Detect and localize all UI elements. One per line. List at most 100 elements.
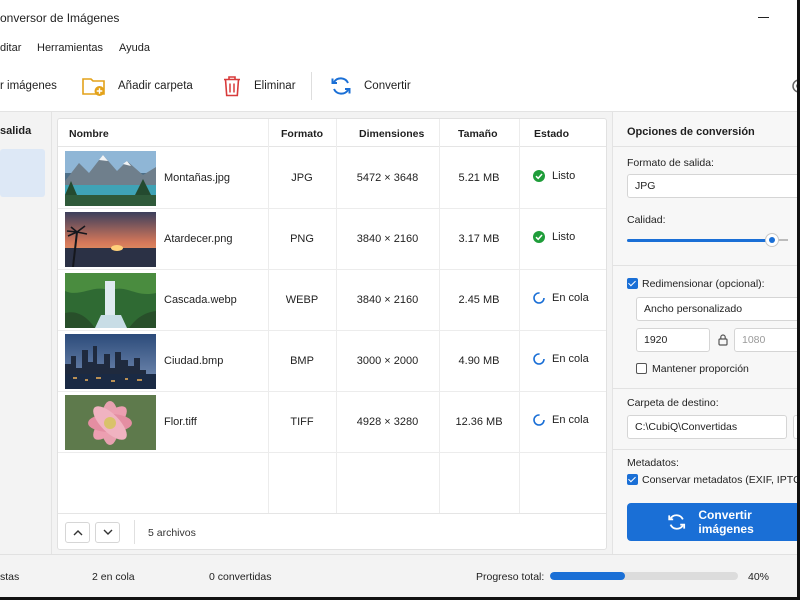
thumbnail-mountains (65, 151, 156, 206)
output-format-select[interactable]: JPG (627, 174, 800, 198)
progress-percent: 40% (748, 571, 770, 583)
minimize-icon[interactable] (756, 8, 772, 24)
keep-ratio-label: Mantener proporción (652, 363, 749, 375)
thumbnail-city (65, 334, 156, 389)
menu-help[interactable]: Ayuda (119, 42, 150, 54)
move-down-button[interactable] (95, 522, 120, 543)
metadata-keep-label: Conservar metadatos (EXIF, IPTC, XM (642, 474, 800, 486)
options-title: Opciones de conversión (627, 126, 755, 138)
status-cell: En cola (533, 414, 589, 426)
file-count: 5 archivos (148, 527, 196, 539)
status-text: En cola (552, 414, 589, 426)
file-format: PNG (290, 233, 314, 245)
column-header-dimensions[interactable]: Dimensiones (359, 128, 424, 140)
column-header-format[interactable]: Formato (281, 128, 323, 140)
quality-label: Calidad: (627, 214, 666, 226)
pending-icon (533, 414, 545, 426)
table-row[interactable]: Ciudad.bmp BMP 3000 × 2000 4.90 MB En co… (58, 331, 606, 392)
resize-mode-select[interactable]: Ancho personalizado (636, 297, 800, 321)
keep-ratio-checkbox[interactable] (636, 363, 647, 374)
status-bar: stas 2 en cola 0 convertidas Progreso to… (0, 554, 800, 597)
chevron-up-icon (73, 530, 82, 536)
file-table: Nombre Formato Dimensiones Tamaño Estado (57, 118, 607, 550)
toolbar-separator (311, 72, 312, 100)
output-format-value: JPG (635, 180, 656, 192)
toolbar: r imágenes Añadir carpeta Eliminar Conve… (0, 60, 800, 112)
quality-slider-fill (627, 239, 772, 242)
resize-checkbox[interactable] (627, 278, 638, 289)
status-queued-text: 2 en cola (92, 571, 135, 583)
status-cell: En cola (533, 292, 589, 304)
file-format: TIFF (290, 416, 314, 428)
file-size: 3.17 MB (458, 233, 500, 245)
progress-bar (550, 572, 738, 580)
divider (613, 449, 800, 450)
quality-slider-handle[interactable] (765, 233, 779, 247)
file-dimensions: 3840 × 2160 (356, 233, 419, 245)
table-footer: 5 archivos (58, 513, 606, 549)
file-dimensions: 4928 × 3280 (356, 416, 419, 428)
table-row[interactable]: Montañas.jpg JPG 5472 × 3648 5.21 MB Lis… (58, 148, 606, 209)
lock-icon[interactable] (718, 334, 728, 346)
menu-edit[interactable]: ditar (0, 42, 21, 54)
dest-folder-input[interactable]: C:\CubiQ\Convertidas (627, 415, 787, 439)
left-panel-selected-item[interactable] (0, 149, 45, 197)
divider (613, 146, 800, 147)
add-images-button[interactable]: r imágenes (0, 60, 57, 112)
height-value: 1080 (742, 334, 766, 346)
file-size: 4.90 MB (458, 355, 500, 367)
delete-button[interactable]: Eliminar (222, 60, 296, 112)
metadata-label: Metadatos: (627, 457, 679, 469)
width-value: 1920 (644, 334, 668, 346)
refresh-icon (331, 77, 351, 95)
convert-toolbar-label: Convertir (364, 80, 411, 92)
status-converted-text: 0 convertidas (209, 571, 272, 583)
status-text: Listo (552, 170, 576, 182)
title-bar: onversor de Imágenes (0, 0, 800, 36)
metadata-checkbox[interactable] (627, 474, 638, 485)
height-input[interactable]: 1080 (734, 328, 800, 352)
file-format: WEBP (285, 294, 319, 306)
status-cell: En cola (533, 353, 589, 365)
thumbnail-flower (65, 395, 156, 450)
convert-images-label: Convertir imágenes (698, 508, 754, 536)
convert-images-button[interactable]: Convertir imágenes (627, 503, 800, 541)
resize-label: Redimensionar (opcional): (642, 278, 765, 290)
refresh-icon (668, 514, 686, 530)
column-header-size[interactable]: Tamaño (458, 128, 497, 140)
progress-bar-fill (550, 572, 626, 580)
table-row[interactable]: Flor.tiff TIFF 4928 × 3280 12.36 MB En c… (58, 392, 606, 453)
dest-folder-label: Carpeta de destino: (627, 397, 719, 409)
resize-mode-value: Ancho personalizado (644, 303, 743, 315)
file-dimensions: 3840 × 2160 (356, 294, 419, 306)
file-dimensions: 5472 × 3648 (356, 172, 419, 184)
output-format-label: Formato de salida: (627, 157, 714, 169)
column-header-status[interactable]: Estado (534, 128, 569, 140)
file-size: 12.36 MB (455, 416, 503, 428)
options-panel: Opciones de conversión Formato de salida… (612, 112, 800, 554)
dest-folder-value: C:\CubiQ\Convertidas (635, 421, 738, 433)
menu-tools[interactable]: Herramientas (37, 42, 103, 54)
status-text: En cola (552, 292, 589, 304)
convert-toolbar-button[interactable]: Convertir (330, 60, 411, 112)
file-name: Cascada.webp (164, 294, 237, 306)
table-row[interactable]: Cascada.webp WEBP 3840 × 2160 2.45 MB En… (58, 270, 606, 331)
folder-add-icon (82, 78, 105, 96)
quality-slider-rest (778, 239, 788, 241)
pending-icon (533, 353, 545, 365)
left-panel: salida (0, 112, 52, 554)
move-up-button[interactable] (65, 522, 90, 543)
pending-icon (533, 292, 545, 304)
file-name: Atardecer.png (164, 233, 233, 245)
file-format: JPG (291, 172, 313, 184)
width-input[interactable]: 1920 (636, 328, 710, 352)
table-row[interactable]: Atardecer.png PNG 3840 × 2160 3.17 MB Li… (58, 209, 606, 270)
trash-icon (224, 76, 240, 97)
table-header: Nombre Formato Dimensiones Tamaño Estado (58, 119, 606, 147)
check-circle-icon (533, 170, 545, 182)
column-header-name[interactable]: Nombre (69, 128, 109, 140)
add-folder-button[interactable]: Añadir carpeta (82, 60, 193, 112)
status-cell: Listo (533, 170, 575, 182)
footer-separator (134, 520, 135, 544)
menu-bar: ditar Herramientas Ayuda (0, 36, 800, 60)
